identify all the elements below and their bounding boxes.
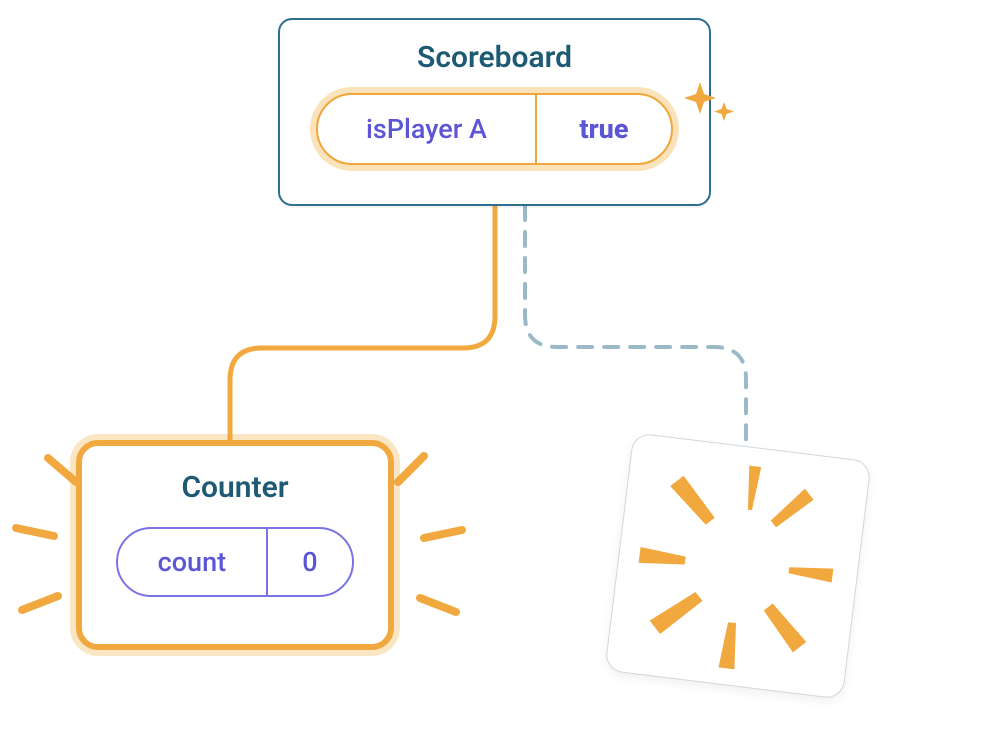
scoreboard-state-label: isPlayer A xyxy=(318,95,537,163)
scoreboard-card: Scoreboard isPlayer A true xyxy=(278,18,711,206)
scoreboard-state-value: true xyxy=(537,95,671,163)
counter-title: Counter xyxy=(108,470,362,505)
scoreboard-title: Scoreboard xyxy=(304,40,685,75)
destroyed-component-card xyxy=(604,432,871,699)
diagram-stage: Scoreboard isPlayer A true Counter count… xyxy=(0,0,1008,750)
counter-card: Counter count 0 xyxy=(76,440,394,650)
counter-state-pill: count 0 xyxy=(116,527,354,597)
counter-state-label: count xyxy=(118,529,268,595)
poof-burst-icon xyxy=(605,433,872,700)
counter-state-value: 0 xyxy=(268,529,352,595)
scoreboard-state-pill: isPlayer A true xyxy=(316,93,673,165)
